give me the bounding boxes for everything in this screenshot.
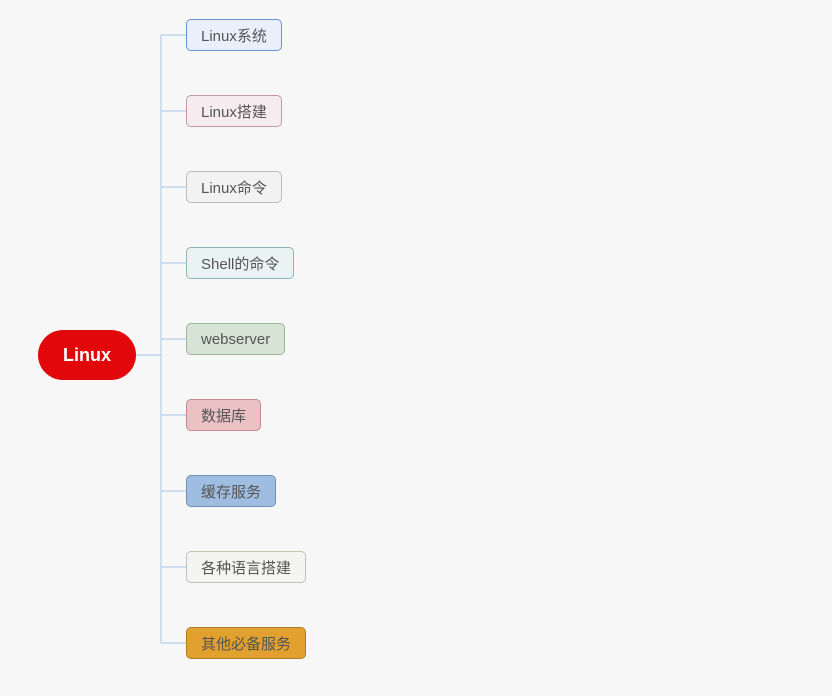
- child-node-6[interactable]: 缓存服务: [186, 475, 276, 507]
- child-node-2[interactable]: Linux命令: [186, 171, 282, 203]
- child-node-label: Shell的命令: [201, 253, 279, 274]
- child-node-label: 各种语言搭建: [201, 557, 291, 578]
- child-node-label: webserver: [201, 331, 270, 348]
- child-node-3[interactable]: Shell的命令: [186, 247, 294, 279]
- mindmap-canvas: Linux Linux系统 Linux搭建 Linux命令 Shell的命令 webse…: [0, 0, 832, 696]
- root-node-label: Linux: [63, 345, 111, 366]
- child-node-label: Linux搭建: [201, 101, 267, 122]
- child-node-label: 其他必备服务: [201, 633, 291, 654]
- child-node-label: 数据库: [201, 405, 246, 426]
- root-node-linux[interactable]: Linux: [38, 330, 136, 380]
- child-node-0[interactable]: Linux系统: [186, 19, 282, 51]
- child-node-label: Linux命令: [201, 177, 267, 198]
- child-node-5[interactable]: 数据库: [186, 399, 261, 431]
- child-node-7[interactable]: 各种语言搭建: [186, 551, 306, 583]
- child-node-8[interactable]: 其他必备服务: [186, 627, 306, 659]
- child-node-1[interactable]: Linux搭建: [186, 95, 282, 127]
- child-node-label: Linux系统: [201, 25, 267, 46]
- child-node-label: 缓存服务: [201, 481, 261, 502]
- child-node-4[interactable]: webserver: [186, 323, 285, 355]
